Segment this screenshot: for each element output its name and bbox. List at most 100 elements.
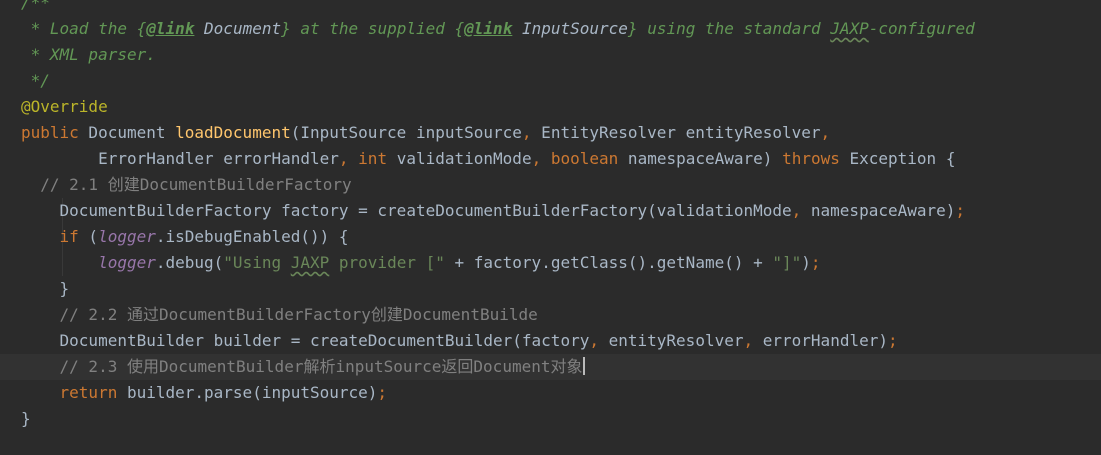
code-token: EntityResolver entityResolver [531, 123, 821, 142]
code-line-text: /** [21, 0, 50, 16]
code-line-text: * XML parser. [21, 42, 156, 68]
code-token: } [281, 19, 291, 38]
code-token: @link [464, 19, 513, 38]
code-token: } [627, 19, 638, 38]
code-line-text: if (logger.isDebugEnabled()) { [21, 224, 349, 250]
code-token: } [21, 409, 31, 428]
code-line-text: public Document loadDocument(InputSource… [21, 120, 830, 146]
code-line-text: * Load the {@link Document} at the suppl… [21, 16, 975, 42]
code-token: { [454, 19, 465, 38]
code-token: + factory.getClass().getName() + [444, 253, 773, 272]
code-token: , [521, 123, 532, 142]
code-line[interactable]: */ [0, 68, 1101, 94]
code-token: builder.parse(inputSource) [117, 383, 378, 402]
code-line[interactable]: /** [0, 0, 1101, 16]
code-line[interactable]: } [0, 406, 1101, 432]
code-token: /** [21, 0, 50, 12]
code-token: DocumentBuilderFactory factory = createD… [21, 201, 792, 220]
code-token: return [59, 383, 118, 402]
code-line[interactable]: @Override [0, 94, 1101, 120]
code-token: boolean [550, 149, 619, 168]
code-token: entityResolver [598, 331, 744, 350]
code-token: Document [194, 19, 282, 38]
code-token: } [21, 279, 70, 298]
code-token: DocumentBuilder builder = createDocument… [21, 331, 590, 350]
code-token: validationMode [387, 149, 532, 168]
code-token: "]" [772, 253, 802, 272]
code-token: ( [78, 227, 99, 246]
code-token: ; [955, 201, 966, 220]
code-token: .debug( [155, 253, 224, 272]
code-token: ) [801, 253, 811, 272]
code-line[interactable]: if (logger.isDebugEnabled()) { [0, 224, 1101, 250]
code-token: * Load the [21, 19, 137, 38]
code-token: namespaceAware) [801, 201, 956, 220]
code-token: * XML parser. [21, 45, 156, 64]
code-token: Document [78, 123, 176, 142]
code-token: logger [98, 253, 156, 272]
code-token: .isDebugEnabled()) { [155, 227, 349, 246]
code-token: { [136, 19, 147, 38]
code-token: , [531, 149, 542, 168]
code-token: , [743, 331, 754, 350]
code-token: (InputSource inputSource [290, 123, 522, 142]
code-token: , [589, 331, 599, 350]
code-line-text: } [21, 276, 70, 302]
code-token: JAXP [830, 19, 869, 38]
code-token: @Override [21, 97, 108, 116]
code-line[interactable]: return builder.parse(inputSource); [0, 380, 1101, 406]
code-token: namespaceAware) [618, 149, 783, 168]
code-line[interactable]: public Document loadDocument(InputSource… [0, 120, 1101, 146]
code-token: loadDocument [175, 123, 291, 142]
code-token: JAXP [290, 253, 330, 272]
code-token: InputSource [512, 19, 628, 38]
code-line-text: @Override [21, 94, 108, 120]
code-token: provider [" [329, 253, 445, 272]
code-line[interactable]: logger.debug("Using JAXP provider [" + f… [0, 250, 1101, 276]
code-line[interactable]: // 2.2 通过DocumentBuilderFactory创建Documen… [0, 302, 1101, 328]
code-token: */ [21, 71, 50, 90]
code-token: // 2.2 通过DocumentBuilderFactory创建Documen… [21, 305, 538, 324]
code-line-text: DocumentBuilderFactory factory = createD… [21, 198, 966, 224]
code-line[interactable]: * XML parser. [0, 42, 1101, 68]
code-line[interactable]: DocumentBuilder builder = createDocument… [0, 328, 1101, 354]
code-line-text: return builder.parse(inputSource); [21, 380, 388, 406]
code-token: ; [887, 331, 898, 350]
code-token: "Using [223, 253, 291, 272]
code-token: ErrorHandler errorHandler [21, 149, 339, 168]
code-editor[interactable]: /** * Load the {@link Document} at the s… [0, 0, 1101, 455]
code-line[interactable]: * Load the {@link Document} at the suppl… [0, 16, 1101, 42]
code-token: // 2.3 使用DocumentBuilder解析inputSource返回D… [21, 357, 583, 376]
code-line[interactable]: ErrorHandler errorHandler, int validatio… [0, 146, 1101, 172]
code-token: , [820, 123, 831, 142]
code-line-text: ErrorHandler errorHandler, int validatio… [21, 146, 955, 172]
code-line-text: // 2.2 通过DocumentBuilderFactory创建Documen… [21, 302, 538, 328]
code-token: errorHandler) [753, 331, 888, 350]
code-line-text: } [21, 406, 31, 432]
code-line[interactable]: // 2.1 创建DocumentBuilderFactory [0, 172, 1101, 198]
code-token: logger [98, 227, 156, 246]
code-token: using the standard [637, 19, 831, 38]
code-token: public [21, 123, 79, 142]
text-caret [583, 357, 586, 375]
code-token: if [59, 227, 79, 246]
code-token: ; [810, 253, 821, 272]
code-line-text: logger.debug("Using JAXP provider [" + f… [21, 250, 821, 276]
code-token: throws [782, 149, 840, 168]
code-token: // 2.1 创建DocumentBuilderFactory [21, 175, 352, 194]
code-line-text: DocumentBuilder builder = createDocument… [21, 328, 898, 354]
code-line-text: // 2.3 使用DocumentBuilder解析inputSource返回D… [21, 354, 586, 380]
code-line[interactable]: } [0, 276, 1101, 302]
code-token: ; [377, 383, 388, 402]
code-token: -configured [868, 19, 975, 38]
code-line-text: */ [21, 68, 50, 94]
code-line-current[interactable]: // 2.3 使用DocumentBuilder解析inputSource返回D… [0, 354, 1101, 380]
code-token: @link [146, 19, 195, 38]
code-line[interactable]: DocumentBuilderFactory factory = createD… [0, 198, 1101, 224]
code-token: , [791, 201, 802, 220]
